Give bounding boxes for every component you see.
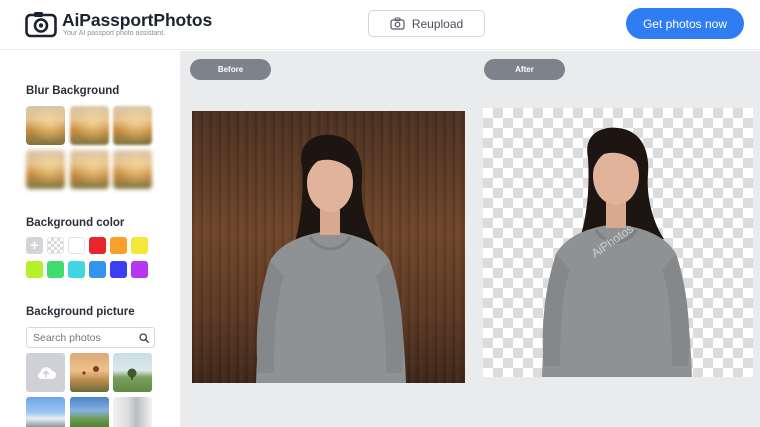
before-photo: [192, 111, 465, 383]
reupload-button[interactable]: Reupload: [368, 10, 485, 37]
blur-option-4[interactable]: [26, 150, 65, 189]
brand-name[interactable]: AiPassportPhotos: [62, 10, 212, 31]
color-swatch-purple[interactable]: [131, 261, 148, 278]
background-picture-title: Background picture: [26, 306, 135, 318]
before-label: Before: [190, 59, 271, 80]
color-swatch-red[interactable]: [89, 237, 106, 254]
get-photos-button[interactable]: Get photos now: [626, 8, 744, 39]
upload-picture-button[interactable]: [26, 353, 65, 392]
balloon-picture: [82, 366, 99, 375]
color-swatch-white[interactable]: [68, 237, 85, 254]
picture-option-mountains[interactable]: [26, 397, 65, 427]
color-swatch-yellow[interactable]: [131, 237, 148, 254]
blur-option-1[interactable]: [26, 106, 65, 145]
add-color-icon[interactable]: +: [26, 237, 43, 254]
picture-option-desert-balloons[interactable]: [70, 353, 109, 392]
color-swatch-cyan[interactable]: [68, 261, 85, 278]
blur-background-title: Blur Background: [26, 85, 120, 97]
picture-option-lake[interactable]: [70, 397, 109, 427]
picture-option-field-tree[interactable]: [113, 353, 152, 392]
color-swatch-transparent[interactable]: [47, 237, 64, 254]
tree-picture: [127, 368, 137, 380]
color-swatch-blue[interactable]: [89, 261, 106, 278]
search-input[interactable]: [33, 332, 133, 344]
main-canvas: Before After AiPhotos: [181, 51, 760, 427]
color-swatch-green[interactable]: [47, 261, 64, 278]
blur-option-3[interactable]: [113, 106, 152, 145]
top-header: AiPassportPhotos Your AI passport photo …: [0, 0, 760, 50]
blur-option-5[interactable]: [70, 150, 109, 189]
search-icon[interactable]: [139, 333, 149, 343]
after-photo: AiPhotos: [483, 108, 753, 377]
color-swatch-indigo[interactable]: [110, 261, 127, 278]
upload-cloud-icon: [37, 366, 56, 379]
brand-tagline: Your AI passport photo assistant.: [63, 30, 166, 37]
after-label: After: [484, 59, 565, 80]
color-swatch-lime[interactable]: [26, 261, 43, 278]
camera-icon: [390, 17, 405, 30]
person-figure-before: [256, 134, 406, 383]
search-photos-box: [26, 327, 155, 348]
blur-option-6[interactable]: [113, 150, 152, 189]
sidebar: Blur Background Background color + Backg…: [0, 51, 181, 427]
reupload-label: Reupload: [411, 16, 464, 31]
color-swatch-orange[interactable]: [110, 237, 127, 254]
picture-option-interior[interactable]: [113, 397, 152, 427]
camera-logo-icon[interactable]: [25, 10, 57, 38]
blur-option-2[interactable]: [70, 106, 109, 145]
person-figure-after: AiPhotos: [542, 127, 692, 377]
background-color-title: Background color: [26, 217, 125, 229]
